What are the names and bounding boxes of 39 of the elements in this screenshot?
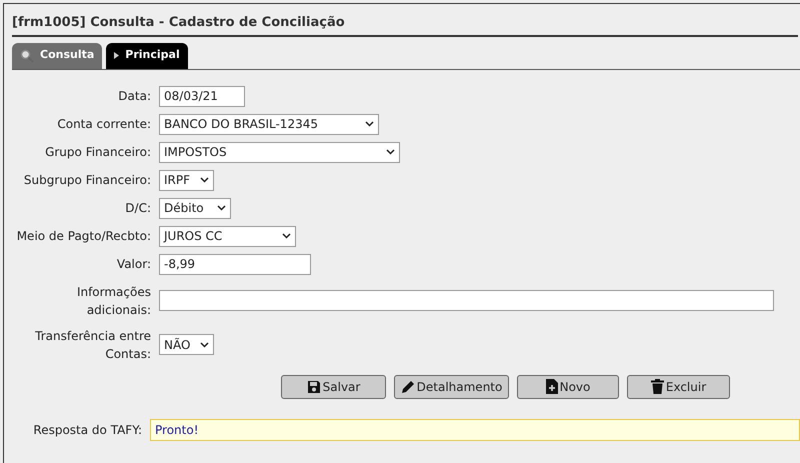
action-button[interactable]: Salvar <box>281 374 386 398</box>
input-field[interactable] <box>159 290 774 311</box>
field-label: Grupo Financeiro: <box>45 144 151 161</box>
dropdown[interactable]: NÃO <box>159 334 214 355</box>
field-label: D/C: <box>125 200 151 217</box>
chevron-icon <box>200 177 209 183</box>
response-field: Pronto! <box>150 418 800 440</box>
save-icon <box>306 380 321 394</box>
action-button[interactable]: Novo <box>517 374 619 398</box>
tab[interactable]: Consulta <box>12 42 102 68</box>
field-label: Valor: <box>116 256 151 273</box>
input-field[interactable]: -8,99 <box>159 254 311 274</box>
field-label: Transferência entre Contas: <box>34 328 151 362</box>
search-icon <box>20 48 34 62</box>
dropdown[interactable]: IMPOSTOS <box>159 142 400 162</box>
chevron-icon <box>386 149 395 155</box>
input-field[interactable]: 08/03/21 <box>159 86 245 106</box>
field-label: Data: <box>118 88 151 105</box>
window-title: [frm1005] Consulta - Cadastro de Conciliação <box>12 13 798 36</box>
field-label: Resposta do TAFY: <box>32 422 143 438</box>
dropdown[interactable]: IRPF <box>159 170 214 190</box>
field-label: Subgrupo Financeiro: <box>24 172 151 189</box>
dropdown[interactable]: BANCO DO BRASIL-12345 <box>159 114 379 134</box>
dropdown[interactable]: Débito <box>159 198 231 218</box>
tab[interactable]: Principal <box>106 42 188 68</box>
action-button[interactable]: Detalhamento <box>394 374 509 398</box>
trash-icon <box>650 379 664 394</box>
field-label: Informações adicionais: <box>76 284 151 318</box>
chevron-icon <box>282 233 291 239</box>
chevron-icon <box>217 205 226 211</box>
field-label: Meio de Pagto/Recbto: <box>16 228 151 245</box>
field-label: Conta corrente: <box>57 116 151 133</box>
chevron-icon <box>200 342 209 348</box>
caret-icon <box>114 52 120 59</box>
dropdown[interactable]: JUROS CC <box>159 226 296 246</box>
pencil-icon <box>400 380 415 394</box>
chevron-icon <box>365 121 374 127</box>
new-file-icon <box>546 379 558 394</box>
action-button[interactable]: Excluir <box>627 374 730 398</box>
